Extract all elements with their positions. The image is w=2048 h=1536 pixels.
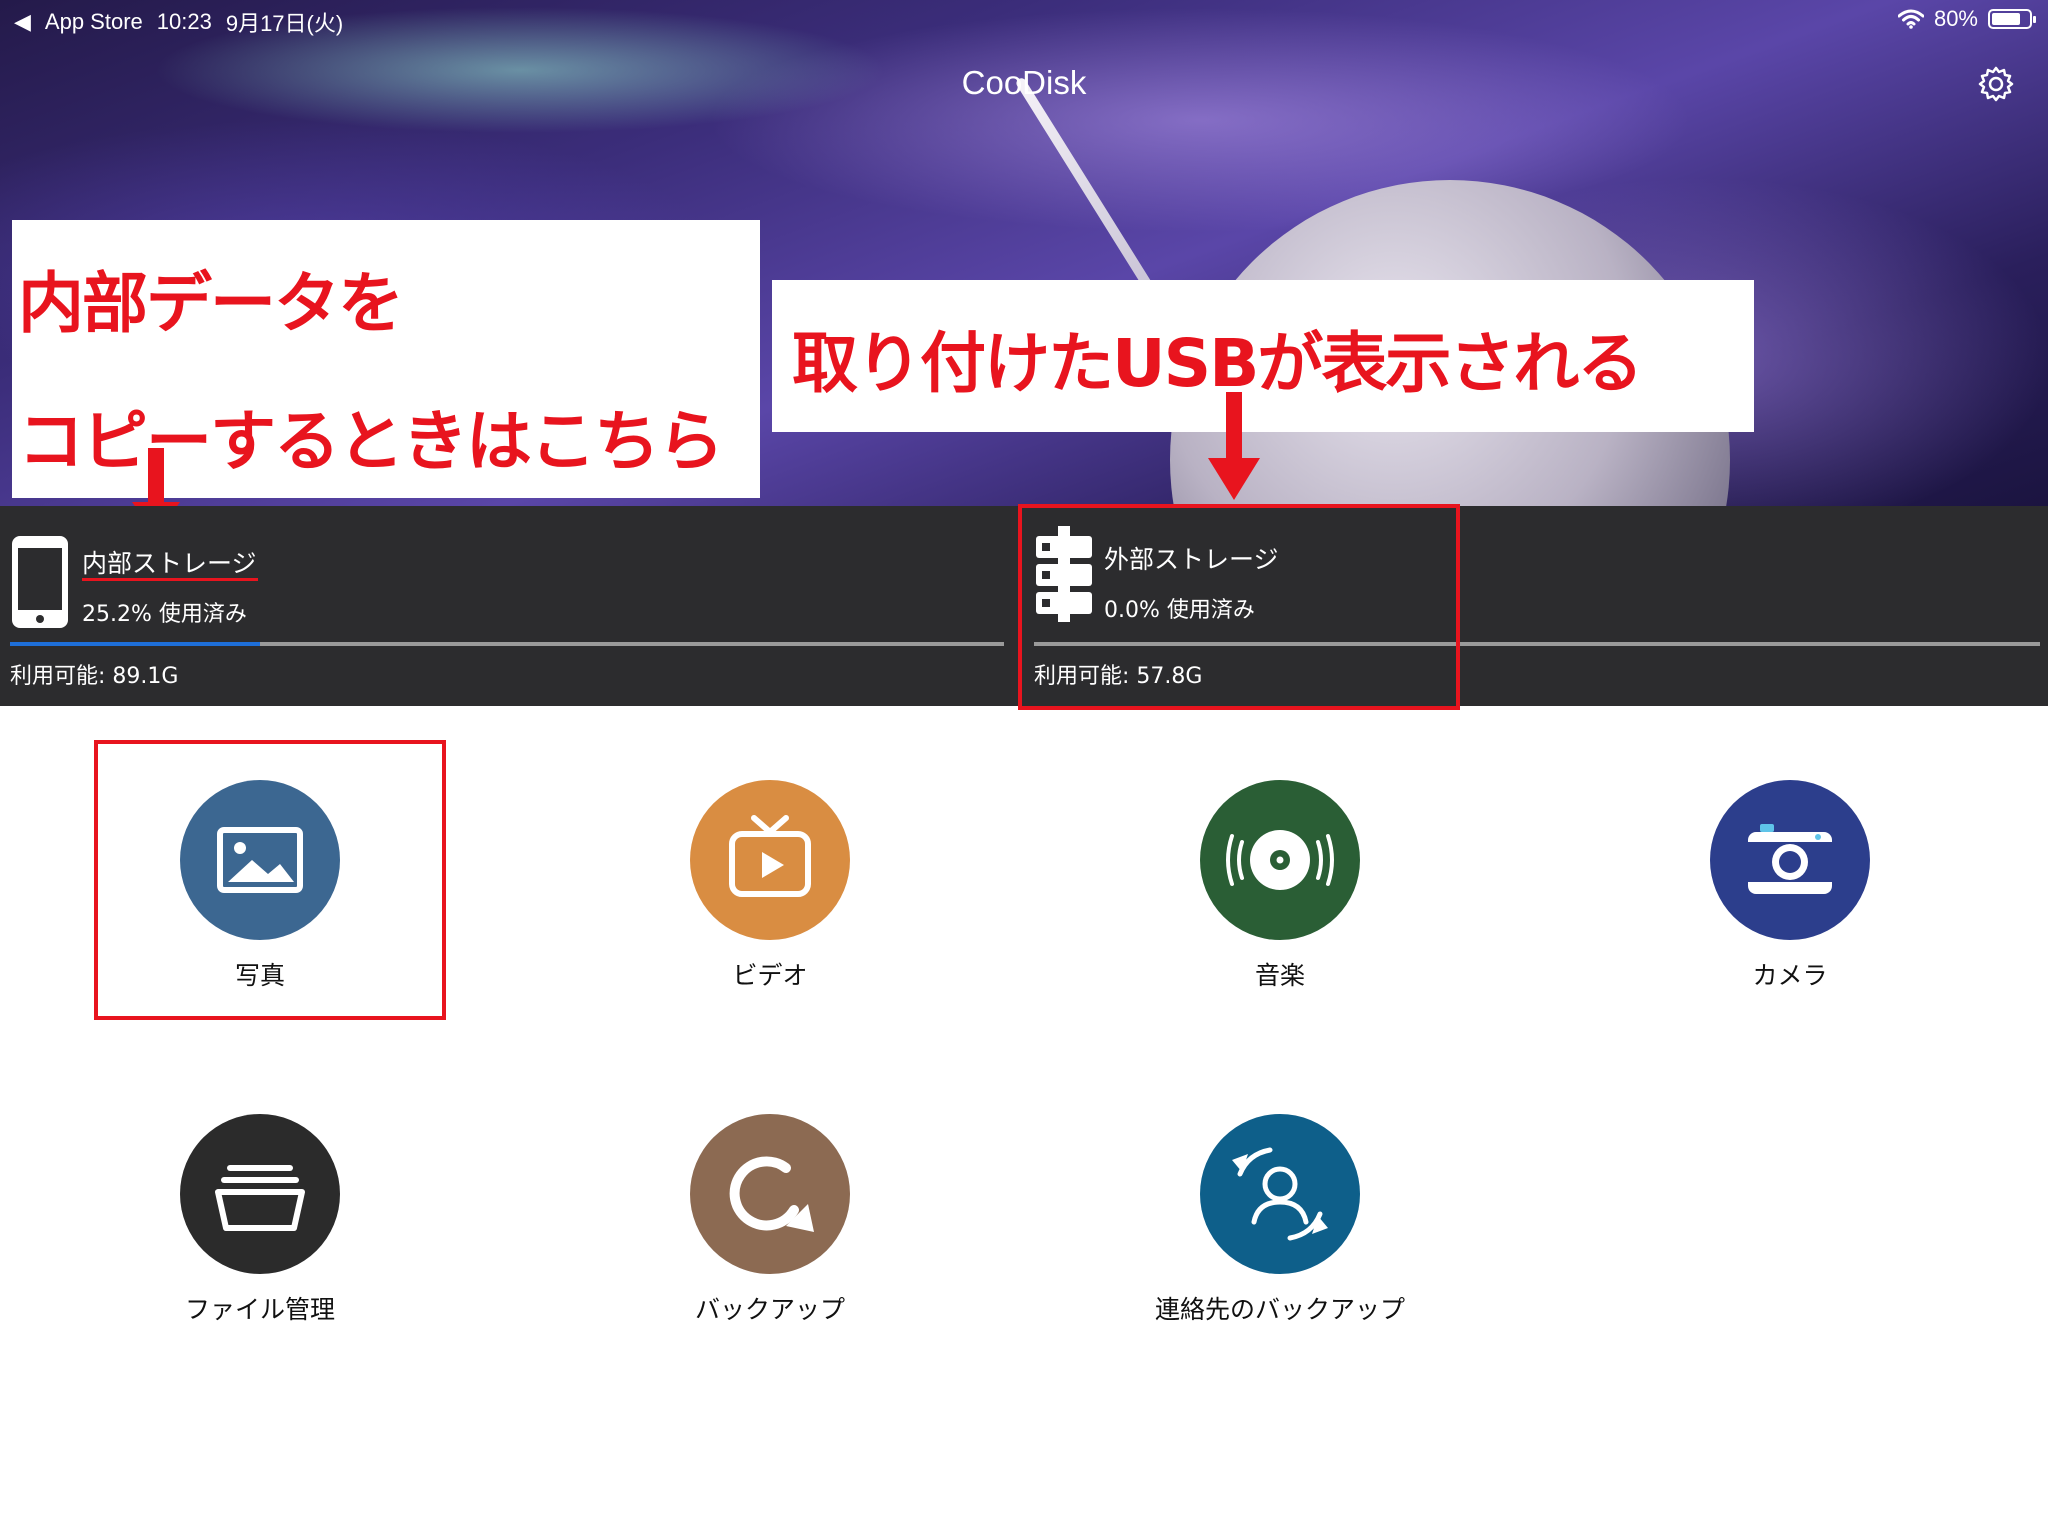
vinyl-disc-icon [1226, 830, 1334, 890]
app-label: ファイル管理 [184, 1295, 335, 1324]
phone-icon [12, 536, 68, 628]
internal-storage-bar [10, 642, 1004, 646]
internal-storage-name: 内部ストレージ [82, 549, 257, 578]
app-tile-backup[interactable]: バックアップ [610, 1114, 910, 1334]
status-bar: ◀ App Store 10:23 9月17日(火) 80% [0, 0, 2048, 40]
backup-icon [729, 1156, 814, 1232]
battery-percent: 80% [1933, 6, 1978, 31]
battery-icon [1988, 9, 2036, 29]
app-label: 写真 [234, 961, 285, 990]
gear-icon[interactable] [1976, 64, 2016, 104]
app-tile-photos[interactable]: 写真 [100, 780, 400, 1000]
contacts-sync-icon [1232, 1147, 1328, 1241]
header-banner: ◀ App Store 10:23 9月17日(火) 80% CooDisk 内… [0, 0, 2048, 506]
app-label: 連絡先のバックアップ [1154, 1295, 1405, 1324]
wifi-icon [1897, 9, 1924, 29]
annotation-internal-callout: 内部データを コピーするときはこちら [12, 220, 760, 498]
annotation-internal-line1: 内部データを [18, 265, 404, 342]
internal-storage-card[interactable]: 内部ストレージ 25.2% 使用済み 利用可能: 89.1G [0, 506, 1022, 706]
internal-storage-available: 利用可能: 89.1G [10, 664, 179, 689]
annotation-external-callout: 取り付けたUSBが表示される [772, 280, 1754, 432]
app-tile-music[interactable]: 音楽 [1120, 780, 1420, 1000]
back-app-link[interactable]: App Store [45, 9, 143, 35]
annotation-external-highlight [1018, 504, 1460, 710]
annotation-internal-line2: コピーするときはこちら [18, 403, 724, 480]
tv-play-icon [729, 815, 811, 897]
app-title: CooDisk [961, 64, 1087, 101]
photo-icon [217, 827, 303, 893]
app-tile-contacts-backup[interactable]: 連絡先のバックアップ [1120, 1114, 1420, 1334]
status-time: 10:23 [156, 9, 212, 34]
banner-splash-decoration [1014, 76, 1156, 294]
camera-icon [1748, 824, 1832, 894]
app-tile-camera[interactable]: カメラ [1630, 780, 1930, 1000]
annotation-arrow-internal-icon [132, 448, 180, 506]
back-arrow-icon[interactable]: ◀ [14, 9, 31, 35]
app-label: バックアップ [694, 1295, 845, 1324]
annotation-underline [82, 578, 258, 581]
internal-storage-used: 25.2% 使用済み [82, 602, 247, 627]
app-tile-video[interactable]: ビデオ [610, 780, 910, 1000]
annotation-arrow-external-icon [1208, 392, 1260, 500]
status-date: 9月17日(火) [225, 11, 344, 36]
app-label: カメラ [1752, 961, 1828, 990]
app-label: 音楽 [1254, 961, 1305, 990]
folder-icon [215, 1165, 305, 1231]
app-label: ビデオ [732, 961, 808, 990]
app-tile-file-manager[interactable]: ファイル管理 [100, 1114, 400, 1334]
